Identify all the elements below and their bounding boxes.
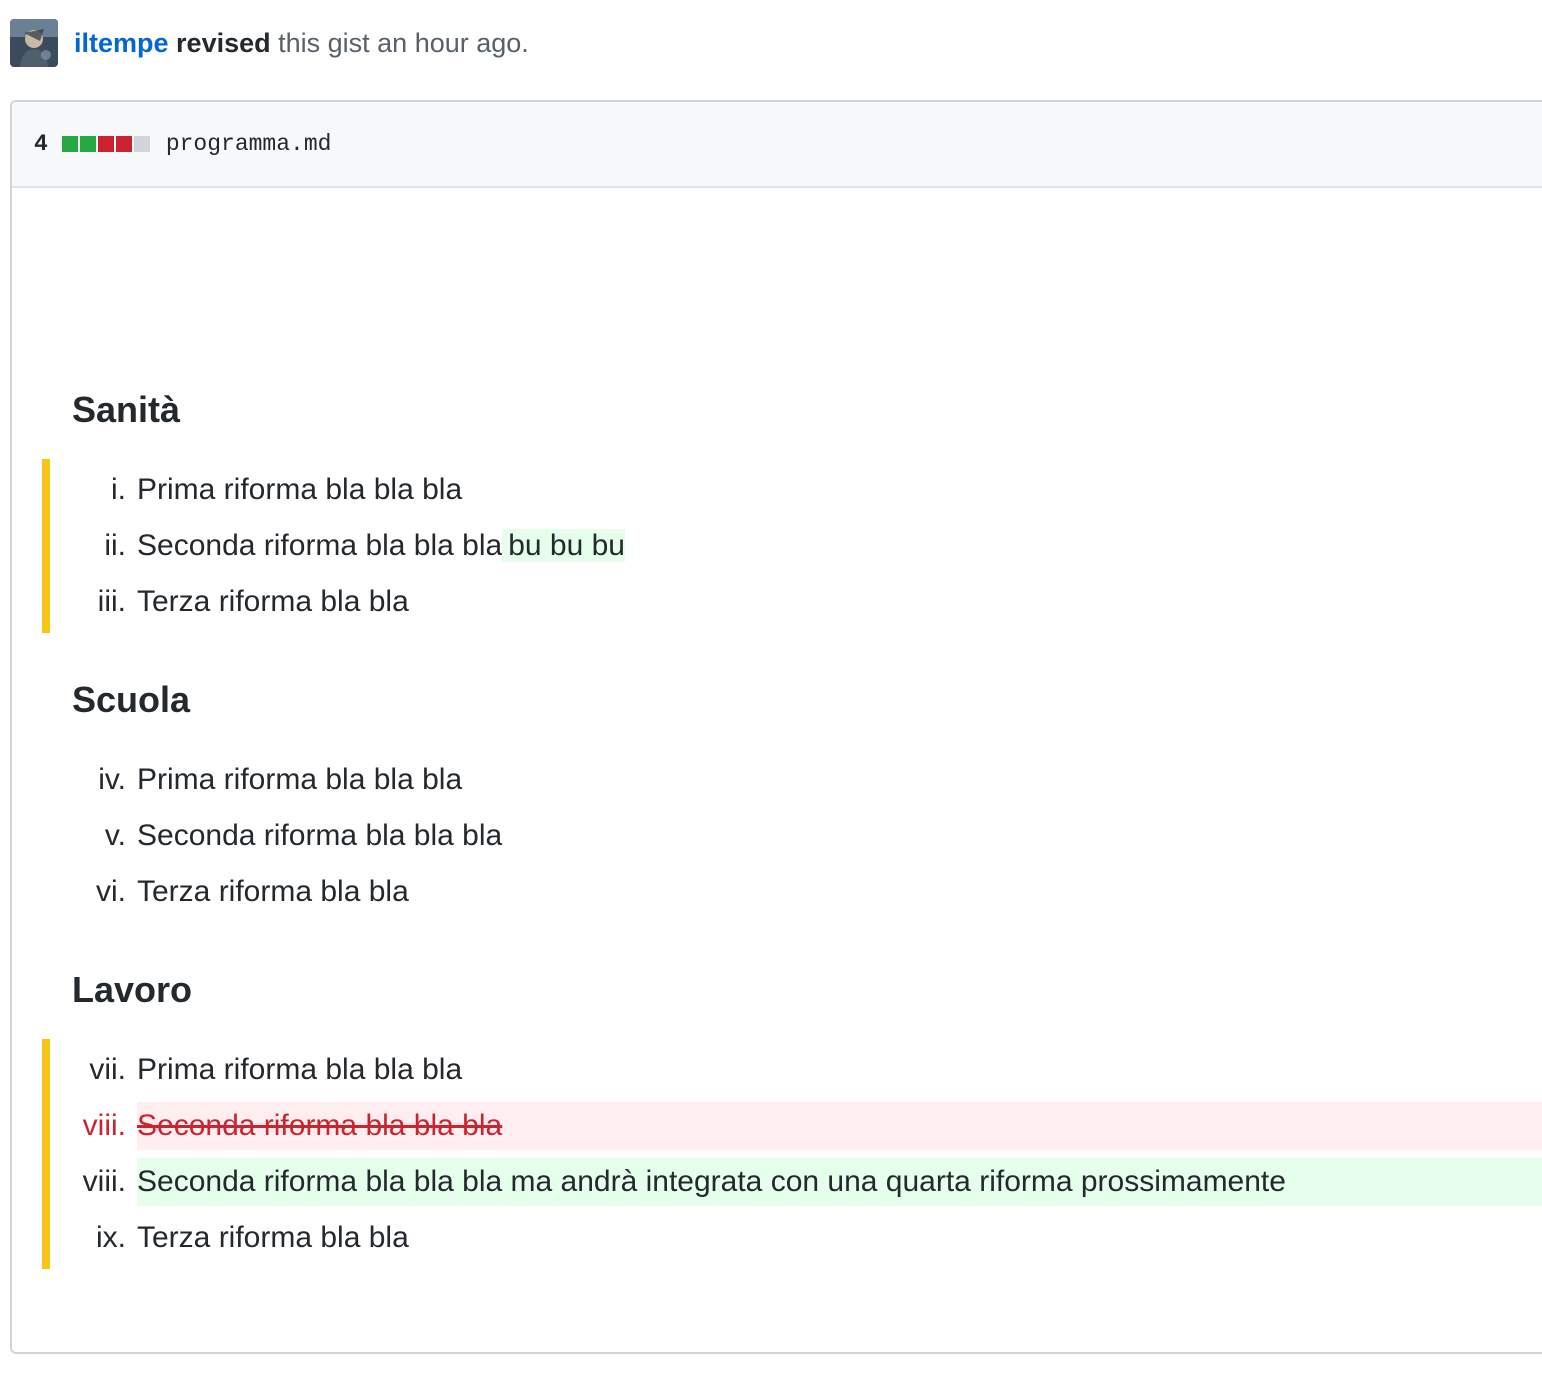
revision-summary: iltempe revised this gist an hour ago. <box>74 23 529 63</box>
ordered-list: iv. Prima riforma bla bla bla v. Seconda ri… <box>12 752 1542 920</box>
list-item: iv. Prima riforma bla bla bla <box>12 752 1542 808</box>
item-text: Terza riforma bla bla <box>137 875 409 908</box>
list-marker: iii. <box>97 585 126 618</box>
list-marker: iv. <box>98 763 126 796</box>
list-item: vi. Terza riforma bla bla <box>12 864 1542 920</box>
diff-change-count: 4 <box>34 131 48 157</box>
list-item-text: Seconda riforma bla bla bla <box>137 1098 502 1154</box>
list-marker: v. <box>104 819 126 852</box>
list-marker: i. <box>111 473 126 506</box>
file-name-link[interactable]: programma.md <box>166 131 332 157</box>
list-item-text: Prima riforma bla bla bla <box>137 462 462 518</box>
ordered-list: i. Prima riforma bla bla bla ii. Seconda ri… <box>12 462 1542 630</box>
list-marker: vi. <box>96 875 126 908</box>
file-header: 4 programma.md <box>12 102 1542 188</box>
list-item: ii. Seconda riforma bla bla bla bu bu bu <box>12 518 1542 574</box>
list-item: iii. Terza riforma bla bla <box>12 574 1542 630</box>
item-text: Prima riforma bla bla bla <box>137 473 463 506</box>
diffstat-block <box>115 136 132 152</box>
list-item: ix. Terza riforma bla bla <box>12 1210 1542 1266</box>
list-item-text: Terza riforma bla bla <box>137 1210 409 1266</box>
list-marker: viii. <box>82 1165 126 1198</box>
section-heading: Scuola <box>72 679 191 720</box>
list-marker: ix. <box>96 1221 126 1254</box>
item-text: Terza riforma bla bla <box>137 1221 409 1254</box>
diffstat-block <box>79 136 96 152</box>
item-text: Prima riforma bla bla bla <box>137 1053 463 1086</box>
item-text: Seconda riforma bla bla bla <box>137 819 503 852</box>
list-item-text: Terza riforma bla bla <box>137 864 409 920</box>
revision-action: revised <box>176 28 271 58</box>
revision-time: this gist an hour ago. <box>270 28 529 58</box>
list-item: vii. Prima riforma bla bla bla <box>12 1042 1542 1098</box>
list-marker: vii. <box>89 1053 126 1086</box>
item-text: Terza riforma bla bla <box>137 585 409 618</box>
list-item-text: Seconda riforma bla bla bla ma andrà int… <box>137 1154 1286 1210</box>
list-marker: viii. <box>82 1109 126 1142</box>
file-diff-box: 4 programma.md Sanità i. Prima riforma bla… <box>10 100 1542 1354</box>
section-heading: Lavoro <box>72 969 193 1010</box>
revision-header: iltempe revised this gist an hour ago. <box>10 18 529 68</box>
user-link[interactable]: iltempe <box>74 28 169 58</box>
list-item: i. Prima riforma bla bla bla <box>12 462 1542 518</box>
list-item-text: Seconda riforma bla bla bla <box>137 808 502 864</box>
list-item-text: Terza riforma bla bla <box>137 574 409 630</box>
list-item-added: viii. Seconda riforma bla bla bla ma andr… <box>12 1154 1542 1210</box>
section-heading: Sanità <box>72 389 181 430</box>
item-text: Seconda riforma bla bla bla <box>137 1109 503 1142</box>
inline-added-text: bu bu bu <box>502 529 625 562</box>
diffstat-block <box>97 136 114 152</box>
list-item-text: Prima riforma bla bla bla <box>137 752 462 808</box>
diffstat-block <box>61 136 78 152</box>
list-item: v. Seconda riforma bla bla bla <box>12 808 1542 864</box>
item-text: Seconda riforma bla bla bla ma andrà int… <box>137 1165 1286 1198</box>
list-marker: ii. <box>104 529 126 562</box>
ordered-list: vii. Prima riforma bla bla bla viii. Second… <box>12 1042 1542 1266</box>
diffstat-block <box>133 136 150 152</box>
avatar[interactable] <box>10 19 58 67</box>
list-item-text: Seconda riforma bla bla bla bu bu bu <box>137 518 625 574</box>
diffstat-bar <box>61 136 150 152</box>
rendered-diff-content: Sanità i. Prima riforma bla bla bla ii. Seco… <box>12 188 1542 1352</box>
item-text: Prima riforma bla bla bla <box>137 763 463 796</box>
list-item-deleted: viii. Seconda riforma bla bla bla <box>12 1098 1542 1154</box>
item-text: Seconda riforma bla bla bla <box>137 529 503 562</box>
list-item-text: Prima riforma bla bla bla <box>137 1042 462 1098</box>
